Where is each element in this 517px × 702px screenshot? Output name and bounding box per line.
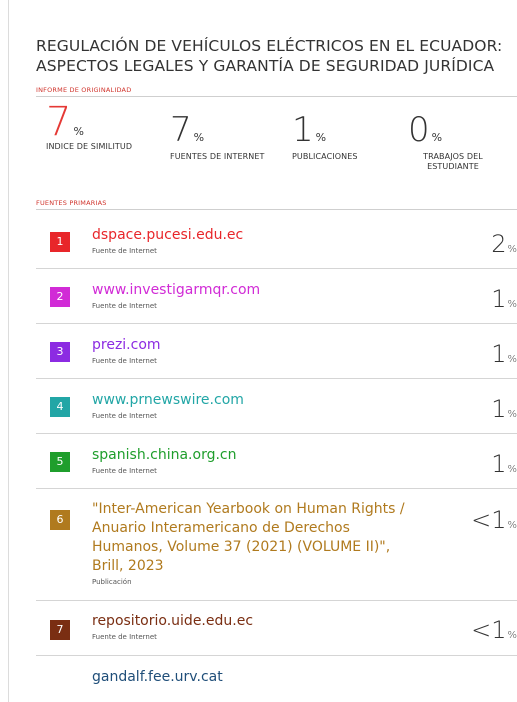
row-divider bbox=[36, 378, 517, 379]
stat-unit: % bbox=[315, 131, 327, 144]
source-type: Fuente de Internet bbox=[92, 412, 157, 420]
source-row[interactable]: 7 repositorio.uide.edu.ec Fuente de Inte… bbox=[50, 612, 517, 652]
rank-badge: 1 bbox=[50, 232, 70, 252]
source-percent: 1% bbox=[491, 450, 517, 478]
rank-badge: 3 bbox=[50, 342, 70, 362]
source-type: Fuente de Internet bbox=[92, 247, 157, 255]
primary-sources-label: FUENTES PRIMARIAS bbox=[36, 199, 107, 207]
source-row[interactable]: gandalf.fee.urv.cat bbox=[50, 668, 517, 698]
source-percent: 1% bbox=[491, 285, 517, 313]
percent-value: 2 bbox=[491, 230, 507, 258]
source-title-line: "Inter-American Yearbook on Human Rights… bbox=[92, 501, 405, 517]
rank-badge: 7 bbox=[50, 620, 70, 640]
stat-value: 0 bbox=[408, 110, 430, 150]
source-link[interactable]: "Inter-American Yearbook on Human Rights… bbox=[92, 500, 405, 576]
percent-value: <1 bbox=[471, 616, 507, 644]
left-margin-rule bbox=[8, 0, 9, 702]
source-link[interactable]: spanish.china.org.cn bbox=[92, 446, 236, 465]
source-percent: <1% bbox=[471, 616, 517, 644]
stat-internet-sources: 7% FUENTES DE INTERNET bbox=[170, 112, 265, 162]
source-row[interactable]: 5 spanish.china.org.cn Fuente de Interne… bbox=[50, 446, 517, 486]
originality-report-label: INFORME DE ORIGINALIDAD bbox=[36, 86, 132, 94]
row-divider bbox=[36, 488, 517, 489]
rank-badge: 4 bbox=[50, 397, 70, 417]
percent-value: 1 bbox=[491, 340, 507, 368]
source-percent: 1% bbox=[491, 395, 517, 423]
row-divider bbox=[36, 433, 517, 434]
row-divider bbox=[36, 323, 517, 324]
row-divider bbox=[36, 655, 517, 656]
source-title-line: Humanos, Volume 37 (2021) (VOLUME II)", bbox=[92, 539, 391, 555]
percent-value: <1 bbox=[471, 506, 507, 534]
source-link[interactable]: gandalf.fee.urv.cat bbox=[92, 668, 223, 687]
source-title-line: Brill, 2023 bbox=[92, 558, 164, 574]
percent-value: 1 bbox=[491, 395, 507, 423]
section-divider bbox=[36, 209, 517, 210]
stat-unit: % bbox=[431, 131, 443, 144]
stat-label: FUENTES DE INTERNET bbox=[170, 152, 265, 161]
stat-label: PUBLICACIONES bbox=[292, 152, 358, 161]
source-row[interactable]: 3 prezi.com Fuente de Internet 1% bbox=[50, 336, 517, 376]
source-link[interactable]: www.prnewswire.com bbox=[92, 391, 244, 410]
rank-badge: 5 bbox=[50, 452, 70, 472]
source-row[interactable]: 2 www.investigarmqr.com Fuente de Intern… bbox=[50, 281, 517, 321]
source-percent: 2% bbox=[491, 230, 517, 258]
source-row[interactable]: 1 dspace.pucesi.edu.ec Fuente de Interne… bbox=[50, 226, 517, 266]
stat-unit: % bbox=[193, 131, 205, 144]
stat-label: INDICE DE SIMILITUD bbox=[46, 142, 133, 151]
stat-value: 1 bbox=[292, 110, 314, 150]
stat-value: 7 bbox=[170, 110, 192, 150]
section-divider bbox=[36, 96, 517, 97]
source-title-line: Anuario Interamericano de Derechos bbox=[92, 520, 350, 536]
percent-value: 1 bbox=[491, 285, 507, 313]
source-type: Fuente de Internet bbox=[92, 357, 157, 365]
percent-value: 1 bbox=[491, 450, 507, 478]
rank-badge: 6 bbox=[50, 510, 70, 530]
row-divider bbox=[36, 600, 517, 601]
stat-value: 7 bbox=[46, 99, 72, 145]
stat-student-papers: 0% TRABAJOS DEL ESTUDIANTE bbox=[408, 112, 498, 172]
source-type: Fuente de Internet bbox=[92, 302, 157, 310]
rank-badge: 2 bbox=[50, 287, 70, 307]
source-row[interactable]: 6 "Inter-American Yearbook on Human Righ… bbox=[50, 500, 517, 600]
source-percent: 1% bbox=[491, 340, 517, 368]
source-type: Publicación bbox=[92, 578, 132, 586]
title-line-2: ASPECTOS LEGALES Y GARANTÍA DE SEGURIDAD… bbox=[36, 57, 495, 75]
row-divider bbox=[36, 268, 517, 269]
stat-publications: 1% PUBLICACIONES bbox=[292, 112, 358, 162]
source-type: Fuente de Internet bbox=[92, 633, 157, 641]
source-type: Fuente de Internet bbox=[92, 467, 157, 475]
source-row[interactable]: 4 www.prnewswire.com Fuente de Internet … bbox=[50, 391, 517, 431]
source-link[interactable]: repositorio.uide.edu.ec bbox=[92, 612, 253, 631]
source-percent: <1% bbox=[471, 506, 517, 534]
source-link[interactable]: www.investigarmqr.com bbox=[92, 281, 260, 300]
source-link[interactable]: dspace.pucesi.edu.ec bbox=[92, 226, 243, 245]
document-title: REGULACIÓN DE VEHÍCULOS ELÉCTRICOS EN EL… bbox=[36, 36, 516, 76]
source-link[interactable]: prezi.com bbox=[92, 336, 161, 355]
stat-similarity-index: 7% INDICE DE SIMILITUD bbox=[46, 102, 133, 152]
title-line-1: REGULACIÓN DE VEHÍCULOS ELÉCTRICOS EN EL… bbox=[36, 37, 503, 55]
stat-unit: % bbox=[73, 125, 84, 138]
stat-label: TRABAJOS DEL ESTUDIANTE bbox=[423, 152, 483, 171]
